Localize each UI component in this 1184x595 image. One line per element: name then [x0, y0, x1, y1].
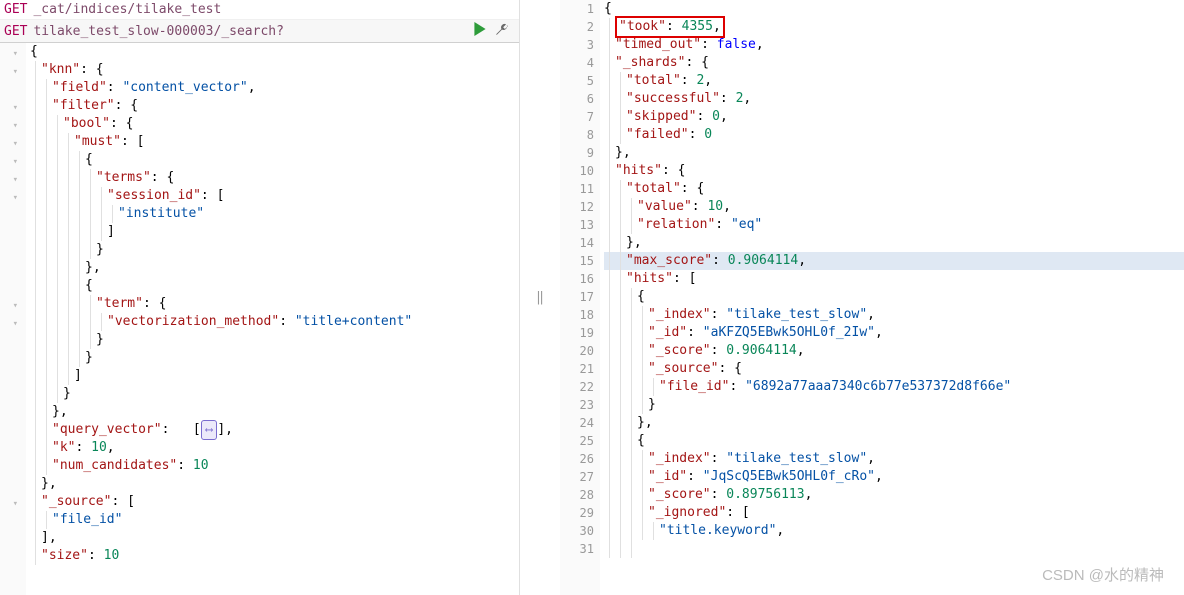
response-json[interactable]: {"took": 4355,"timed_out": false,"_shard…: [600, 0, 1184, 595]
http-method: GET: [4, 2, 27, 17]
request-line-2[interactable]: GET tilake_test_slow-000003/_search?: [0, 20, 519, 43]
request-pane: GET _cat/indices/tilake_test GET tilake_…: [0, 0, 520, 595]
http-path: _cat/indices/tilake_test: [33, 2, 221, 17]
http-method: GET: [4, 24, 27, 39]
request-json[interactable]: {"knn": {"field": "content_vector","filt…: [26, 43, 519, 595]
pane-divider[interactable]: ‖: [520, 0, 560, 595]
http-path: tilake_test_slow-000003/_search?: [33, 24, 283, 39]
fold-gutter: [0, 43, 26, 595]
line-gutter: 1234567891011121314151617181920212223242…: [560, 0, 600, 595]
request-body-editor[interactable]: {"knn": {"field": "content_vector","filt…: [0, 43, 519, 595]
request-line-1[interactable]: GET _cat/indices/tilake_test: [0, 0, 519, 20]
response-pane: 1234567891011121314151617181920212223242…: [560, 0, 1184, 595]
wrench-icon[interactable]: [495, 22, 509, 40]
run-query-icon[interactable]: [473, 22, 487, 40]
